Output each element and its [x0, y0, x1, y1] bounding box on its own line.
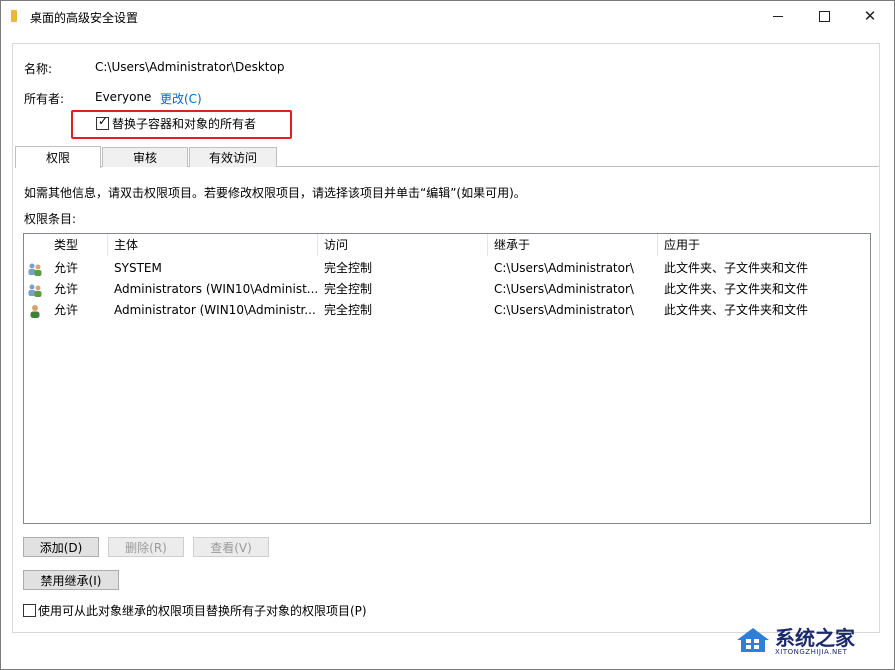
cell-applies: 此文件夹、子文件夹和文件 — [664, 303, 809, 317]
cell-principal: Administrators (WIN10\Administ... — [114, 282, 318, 296]
minimize-icon — [773, 16, 783, 17]
cell-inherited: C:\Users\Administrator\ — [494, 303, 634, 317]
cell-type: 允许 — [54, 303, 79, 317]
close-button[interactable]: ✕ — [847, 1, 893, 32]
group-user-icon — [28, 263, 42, 276]
cell-principal: SYSTEM — [114, 261, 162, 275]
replace-owner-label: 替换子容器和对象的所有者 — [112, 117, 257, 131]
cell-inherited: C:\Users\Administrator\ — [494, 261, 634, 275]
tab-effective-access[interactable]: 有效访问 — [189, 147, 277, 167]
replace-children-checkbox[interactable] — [23, 604, 36, 617]
disable-inheritance-button[interactable]: 禁用继承(I) — [23, 570, 119, 590]
window-title: 桌面的高级安全设置 — [30, 11, 139, 25]
tab-auditing[interactable]: 审核 — [102, 147, 188, 167]
cell-applies: 此文件夹、子文件夹和文件 — [664, 282, 809, 296]
watermark-text: 系统之家 — [775, 626, 855, 650]
cell-type: 允许 — [54, 261, 79, 275]
close-icon: ✕ — [863, 7, 877, 25]
table-row[interactable]: 允许 SYSTEM 完全控制 C:\Users\Administrator\ 此… — [24, 258, 870, 279]
entries-label: 权限条目: — [24, 212, 77, 226]
replace-children-label: 使用可从此对象继承的权限项目替换所有子对象的权限项目(P) — [38, 604, 367, 618]
column-header-type[interactable]: 类型 — [48, 234, 108, 256]
name-value: C:\Users\Administrator\Desktop — [95, 60, 285, 74]
folder-icon — [11, 10, 17, 22]
column-header-principal[interactable]: 主体 — [108, 234, 318, 256]
replace-owner-checkbox[interactable]: ✓ — [96, 114, 109, 130]
name-label: 名称: — [24, 62, 53, 76]
owner-label: 所有者: — [24, 92, 65, 106]
watermark: 系统之家 XITONGZHIJIA.NET — [733, 618, 893, 666]
cell-principal: Administrator (WIN10\Administr... — [114, 303, 316, 317]
column-header-access[interactable]: 访问 — [318, 234, 488, 256]
single-user-icon — [30, 305, 40, 318]
title-bar[interactable]: 桌面的高级安全设置 ✕ — [1, 1, 894, 32]
table-row[interactable]: 允许 Administrators (WIN10\Administ... 完全控… — [24, 279, 870, 300]
add-button[interactable]: 添加(D) — [23, 537, 99, 557]
group-user-icon — [28, 284, 42, 297]
cell-applies: 此文件夹、子文件夹和文件 — [664, 261, 809, 275]
minimize-button[interactable] — [755, 1, 801, 32]
change-owner-link[interactable]: 更改(C) — [160, 90, 202, 107]
table-row[interactable]: 允许 Administrator (WIN10\Administr... 完全控… — [24, 300, 870, 321]
cell-access: 完全控制 — [324, 303, 373, 317]
cell-type: 允许 — [54, 282, 79, 296]
watermark-subtext: XITONGZHIJIA.NET — [775, 648, 848, 656]
house-logo-icon — [737, 628, 769, 652]
info-text: 如需其他信息，请双击权限项目。若要修改权限项目，请选择该项目并单击“编辑”(如果… — [24, 186, 526, 200]
column-header-applies[interactable]: 应用于 — [658, 234, 868, 256]
tab-permissions[interactable]: 权限 — [15, 146, 101, 168]
list-header: 类型 主体 访问 继承于 应用于 — [24, 234, 870, 256]
maximize-button[interactable] — [801, 1, 847, 32]
cell-inherited: C:\Users\Administrator\ — [494, 282, 634, 296]
view-button[interactable]: 查看(V) — [193, 537, 269, 557]
maximize-icon — [818, 11, 830, 22]
cell-access: 完全控制 — [324, 282, 373, 296]
cell-access: 完全控制 — [324, 261, 373, 275]
column-header-inherited[interactable]: 继承于 — [488, 234, 658, 256]
checkmark-icon: ✓ — [98, 114, 109, 128]
remove-button[interactable]: 删除(R) — [108, 537, 184, 557]
owner-value: Everyone — [95, 90, 152, 104]
permission-entries-list[interactable]: 类型 主体 访问 继承于 应用于 允许 SYSTEM 完全控制 C:\Users… — [23, 233, 871, 524]
